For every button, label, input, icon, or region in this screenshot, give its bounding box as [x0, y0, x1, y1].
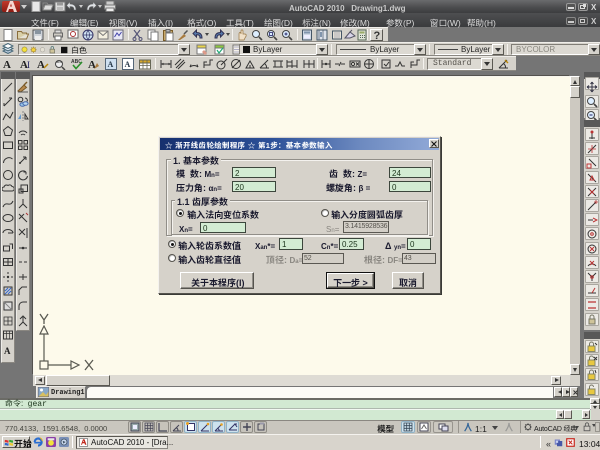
svg-text:?: ?	[373, 30, 380, 41]
svg-text:A: A	[108, 60, 114, 69]
svg-text:I: I	[27, 60, 30, 70]
svg-text:A: A	[3, 59, 11, 70]
svg-text:A: A	[125, 60, 131, 69]
svg-text:A: A	[37, 59, 45, 70]
svg-text:abc: abc	[56, 59, 62, 65]
svg-text:A: A	[4, 346, 11, 356]
